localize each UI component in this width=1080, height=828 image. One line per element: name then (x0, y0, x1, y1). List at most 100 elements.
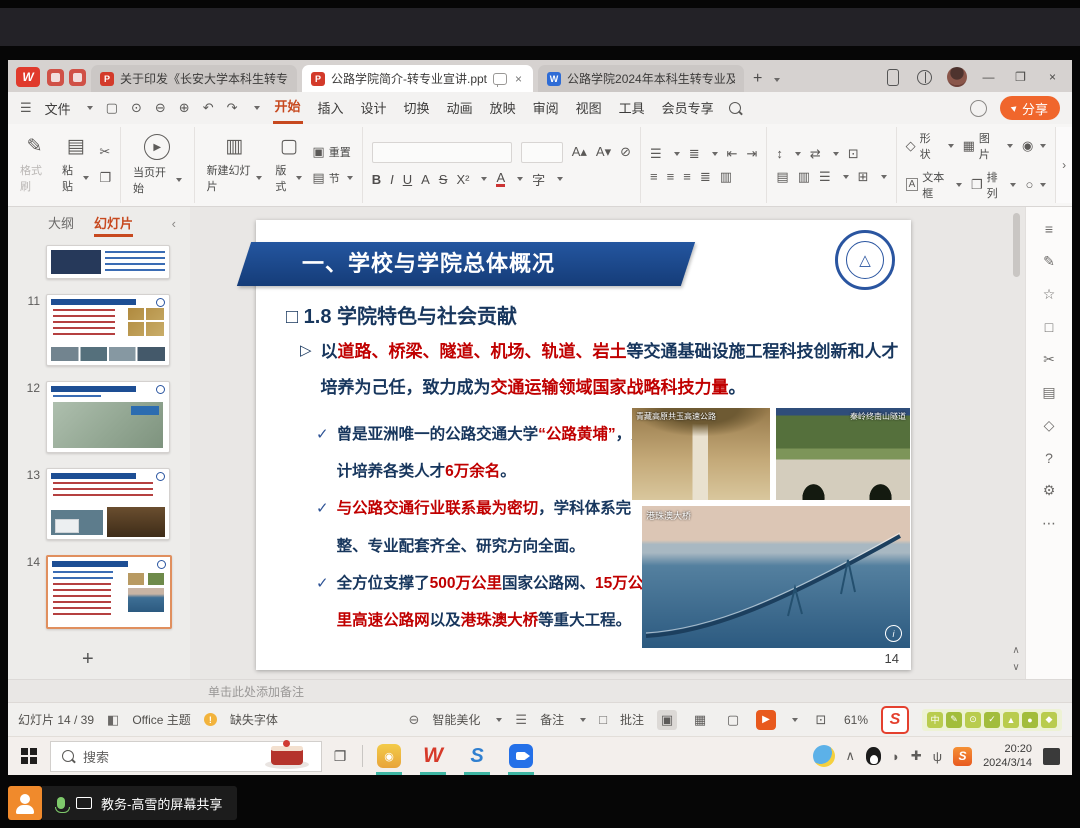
tray-app-icon-2[interactable]: ✚ (911, 748, 922, 764)
hamburger-icon[interactable]: ☰ (20, 100, 32, 116)
taskbar-clock[interactable]: 20:20 2024/3/14 (983, 742, 1032, 771)
clear-format-icon[interactable]: ⊘ (620, 144, 631, 160)
clip-icon[interactable]: ✂ (1043, 351, 1055, 368)
tray-app-icon-1[interactable]: ◗ (892, 749, 900, 764)
next-slide-icon[interactable]: ∨ (1012, 662, 1019, 673)
section-button[interactable]: ▤节 (312, 170, 352, 186)
tab-transition[interactable]: 切换 (402, 94, 432, 123)
decrease-indent-icon[interactable]: ⇤ (727, 146, 738, 162)
normal-view-button[interactable]: ▣ (657, 710, 677, 730)
edit-icon[interactable]: ✎ (1043, 253, 1055, 270)
theme-name[interactable]: Office 主题 (132, 711, 190, 728)
document-tab-3[interactable]: W 公路学院2024年本科生转专业及专业 (538, 65, 744, 92)
share-button[interactable]: 分享 (1000, 96, 1060, 120)
align-right-icon[interactable]: ≡ (683, 169, 691, 184)
underline-button[interactable]: U (403, 172, 412, 187)
fit-window-button[interactable]: ⊡ (811, 710, 831, 730)
scrollbar-thumb[interactable] (1013, 213, 1020, 277)
textbox-button[interactable]: A文本框 (906, 169, 962, 201)
text-direction-icon[interactable]: ⇄ (810, 146, 821, 162)
layout-panel-icon[interactable]: □ (1045, 319, 1053, 335)
align-center-icon[interactable]: ≡ (667, 169, 675, 184)
more-icon[interactable]: ⋯ (1042, 515, 1056, 532)
play-from-current-button[interactable]: ▶ 当页开始 (130, 133, 185, 197)
start-button[interactable] (8, 737, 50, 775)
shapes-button[interactable]: ◇形状 (906, 130, 954, 162)
fill-button[interactable]: ◉ (1022, 138, 1046, 154)
tab-slideshow[interactable]: 放映 (488, 94, 518, 123)
screen-share-indicator[interactable]: 教务-高雪的屏幕共享 (8, 786, 237, 820)
bold-button[interactable]: B (372, 172, 381, 187)
tab-member[interactable]: 会员专享 (660, 94, 716, 123)
tab-close-icon[interactable]: × (513, 72, 524, 86)
thumbnail-slide-13[interactable]: 13 (22, 468, 190, 540)
notes-button[interactable]: 备注 (540, 711, 564, 728)
tab-review[interactable]: 审阅 (531, 94, 561, 123)
material-icon[interactable]: ▤ (1042, 384, 1055, 401)
thumbnail-slide-10[interactable] (46, 245, 190, 279)
taskbar-app-meeting[interactable] (499, 737, 543, 775)
action-center-icon[interactable] (1043, 748, 1060, 765)
shape-panel-icon[interactable]: ◇ (1044, 417, 1055, 434)
print-preview-icon[interactable]: ⊖ (155, 100, 166, 116)
help-icon[interactable]: ? (1045, 450, 1053, 466)
restore-button[interactable]: ❐ (1007, 65, 1034, 89)
outline-button[interactable]: ○ (1025, 177, 1046, 192)
file-menu[interactable]: 文件 (45, 99, 71, 118)
justify-icon[interactable]: ≣ (700, 169, 711, 185)
sogou-tray-icon[interactable]: S (953, 747, 972, 766)
taskbar-app-sogou[interactable]: S (455, 737, 499, 775)
increase-indent-icon[interactable]: ⇥ (747, 146, 758, 162)
cut-icon[interactable]: ✂ (99, 144, 110, 160)
zoom-level[interactable]: 61% (844, 713, 868, 727)
tab-home[interactable]: 开始 (273, 92, 303, 124)
comment-bubble-icon[interactable] (493, 73, 507, 85)
canvas-scrollbar[interactable]: ∧ ∨ (1010, 213, 1022, 673)
add-slide-button[interactable]: + (82, 648, 190, 671)
missing-font-label[interactable]: 缺失字体 (230, 711, 278, 728)
list-style-icon[interactable]: ☰ (819, 169, 831, 185)
assistant-icon[interactable] (970, 100, 987, 117)
mobile-sync-button[interactable] (879, 65, 906, 89)
ribbon-expand-button[interactable]: › (1055, 127, 1072, 203)
redo-icon[interactable]: ↷ (227, 100, 238, 116)
document-tab-1[interactable]: P 关于印发《长安大学本科生转专业及 (91, 65, 297, 92)
undo-icon[interactable]: ↶ (203, 100, 214, 116)
wps-logo[interactable]: W (16, 67, 40, 87)
font-color-button[interactable]: A (496, 172, 505, 187)
italic-button[interactable]: I (390, 172, 394, 187)
grow-font-icon[interactable]: A▴ (572, 144, 587, 160)
settings-icon[interactable]: ⚙ (1043, 482, 1056, 499)
font-name-input[interactable] (372, 142, 512, 163)
network-icon[interactable]: ψ (933, 749, 942, 764)
line-spacing-icon[interactable]: ↕ (776, 146, 783, 161)
tab-outline[interactable]: 大纲 (48, 213, 74, 237)
align-left-icon[interactable]: ≡ (650, 169, 658, 184)
new-slide-button[interactable]: ▥ 新建幻灯片 (204, 135, 266, 195)
distribute-icon[interactable]: ▤ (776, 169, 788, 185)
qq-icon[interactable] (866, 747, 881, 765)
favorites-icon[interactable]: ☆ (1043, 286, 1056, 303)
properties-icon[interactable]: ≡ (1045, 221, 1053, 237)
strike-button[interactable]: S (439, 172, 448, 187)
ime-toolbar[interactable]: 中 ✎ ⊙ ✓ ▲ ● ◆ (922, 709, 1062, 731)
reset-button[interactable]: ▣重置 (312, 144, 350, 160)
document-tab-2-active[interactable]: P 公路学院简介-转专业宣讲.ppt × (302, 65, 533, 92)
picture-button[interactable]: ▦图片 (963, 130, 1013, 162)
account-avatar[interactable] (943, 65, 970, 89)
numbered-list-icon[interactable]: ≣ (689, 146, 700, 162)
shadow-button[interactable]: A (421, 172, 430, 187)
find-icon[interactable]: ⊕ (179, 100, 190, 116)
tab-animation[interactable]: 动画 (445, 94, 475, 123)
tab-slides[interactable]: 幻灯片 (94, 213, 133, 237)
taskbar-search-box[interactable]: 搜索 (50, 741, 322, 772)
thumbnail-slide-14-selected[interactable]: 14 (22, 555, 190, 629)
notes-bar[interactable]: 单击此处添加备注 (8, 679, 1072, 702)
layout-button[interactable]: ▢ 版式 (272, 135, 305, 195)
task-view-button[interactable]: ❐ (322, 737, 358, 775)
minimize-button[interactable]: — (975, 65, 1002, 89)
close-button[interactable]: × (1039, 65, 1066, 89)
font-size-input[interactable] (521, 142, 563, 163)
thumbnail-slide-11[interactable]: 11 (22, 294, 190, 366)
taskbar-app-game[interactable]: ◉ (367, 737, 411, 775)
